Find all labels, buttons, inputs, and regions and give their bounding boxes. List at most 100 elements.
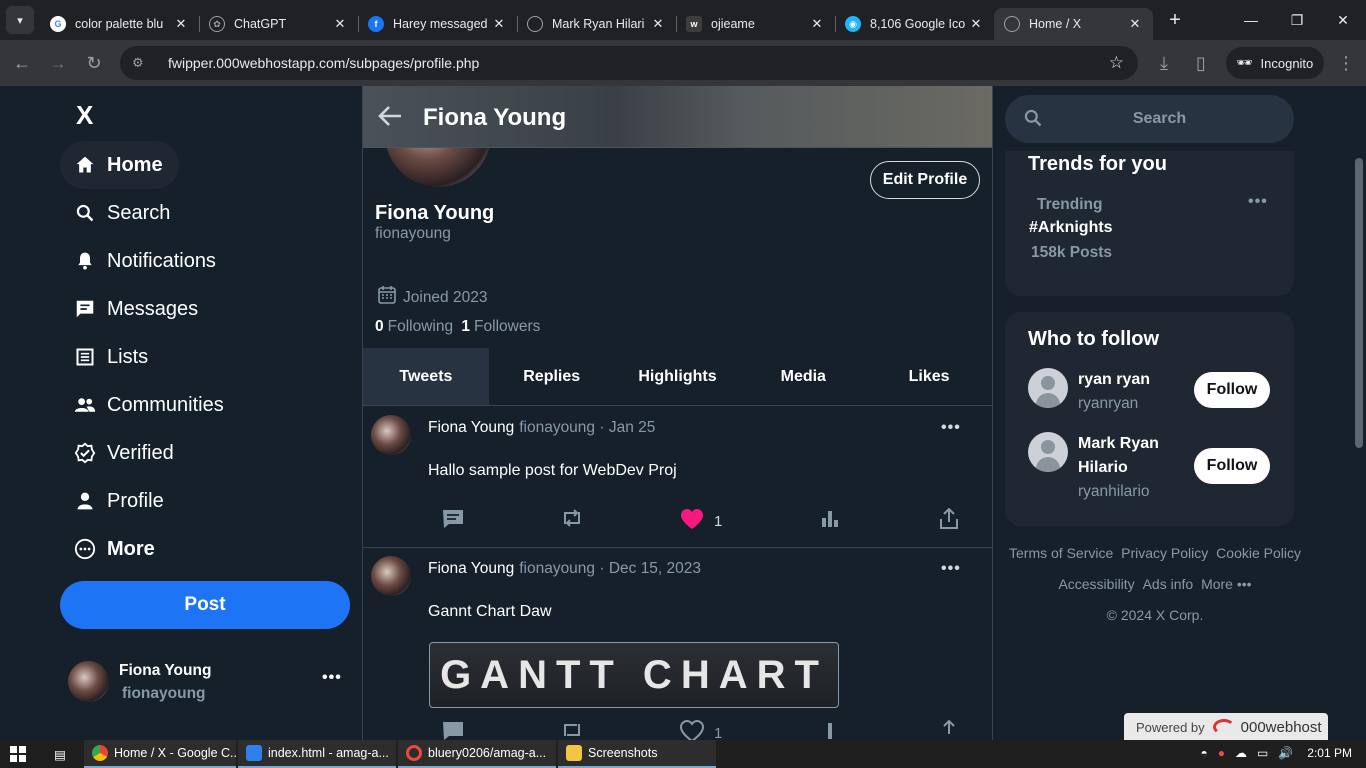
tweet-image[interactable]: GANTT CHART (429, 642, 839, 708)
windows-start-icon[interactable] (0, 740, 36, 768)
footer-link[interactable]: Privacy Policy (1121, 545, 1208, 561)
back-arrow-icon[interactable] (377, 104, 403, 135)
nav-search[interactable]: Search (60, 189, 186, 237)
nav-home[interactable]: Home (60, 141, 179, 189)
follow-button[interactable]: Follow (1194, 448, 1270, 484)
retweet-icon[interactable] (561, 720, 583, 740)
close-icon[interactable]: ✕ (1127, 16, 1143, 32)
kebab-menu-icon[interactable]: ⋮ (1328, 45, 1364, 81)
browser-tab[interactable]: ✿ ChatGPT ✕ (199, 8, 358, 40)
tweet-author[interactable]: Fiona Young (428, 419, 514, 436)
nav-messages[interactable]: Messages (60, 285, 214, 333)
page-scrollbar[interactable] (1352, 86, 1366, 740)
follow-button[interactable]: Follow (1194, 372, 1270, 408)
forward-icon[interactable]: → (40, 45, 76, 81)
retweet-icon[interactable] (561, 508, 583, 528)
like-button[interactable]: 1 (679, 719, 722, 740)
nav-notifications[interactable]: Notifications (60, 237, 232, 285)
trend-more-icon[interactable]: ••• (1248, 193, 1268, 211)
browser-tab[interactable]: ◉ 8,106 Google Ico ✕ (835, 8, 994, 40)
minimize-icon[interactable]: — (1228, 0, 1274, 40)
tray-app-icon[interactable]: ● (1218, 746, 1225, 760)
follow-suggestion[interactable]: Mark Ryan Hilario ryanhilario Follow (1028, 432, 1278, 504)
nav-lists[interactable]: Lists (60, 333, 164, 381)
tweet-more-icon[interactable]: ••• (941, 560, 961, 578)
browser-tab[interactable]: G color palette blu ✕ (40, 8, 199, 40)
footer-more-link[interactable]: More ••• (1201, 576, 1252, 592)
download-icon[interactable]: ⤓ (1146, 45, 1182, 81)
cloud-icon[interactable]: ☁ (1235, 746, 1247, 760)
new-tab-button[interactable]: + (1161, 6, 1189, 34)
restore-icon[interactable]: ❐ (1274, 0, 1320, 40)
taskbar-item-explorer[interactable]: Screenshots (558, 740, 716, 768)
followers-link[interactable]: 1 Followers (461, 318, 540, 335)
back-icon[interactable]: ← (4, 45, 40, 81)
powered-by-badge[interactable]: Powered by 000webhost (1124, 713, 1328, 740)
tab-search-button[interactable]: ▾ (6, 6, 34, 34)
nav-more[interactable]: More (60, 525, 171, 573)
share-icon[interactable] (939, 508, 959, 530)
search-input[interactable]: Search (1005, 110, 1294, 128)
scrollbar-thumb[interactable] (1355, 158, 1363, 448)
taskbar-item-vscode[interactable]: index.html - amag-a... (238, 740, 396, 768)
tab-replies[interactable]: Replies (489, 348, 615, 405)
footer-link[interactable]: Cookie Policy (1216, 545, 1301, 561)
x-logo-icon[interactable]: X (76, 100, 93, 131)
avatar[interactable] (371, 556, 411, 596)
close-window-icon[interactable]: ✕ (1320, 0, 1366, 40)
file-icon[interactable]: ▤ (36, 740, 84, 768)
taskbar-item-opera[interactable]: bluery0206/amag-a... (398, 740, 556, 768)
stats-icon[interactable] (820, 720, 840, 740)
close-icon[interactable]: ✕ (491, 16, 507, 32)
avatar[interactable] (371, 415, 411, 455)
edit-profile-button[interactable]: Edit Profile (870, 161, 980, 199)
close-icon[interactable]: ✕ (650, 16, 666, 32)
close-icon[interactable]: ✕ (968, 16, 984, 32)
like-button[interactable]: 1 (680, 508, 722, 534)
volume-icon[interactable]: 🔊 (1278, 746, 1293, 760)
close-icon[interactable]: ✕ (332, 16, 348, 32)
nav-communities[interactable]: Communities (60, 381, 240, 429)
reply-icon[interactable] (441, 720, 465, 740)
tweet[interactable]: Fiona Young fionayoung · Dec 15, 2023 •••… (363, 548, 992, 740)
stats-icon[interactable] (820, 508, 840, 528)
network-icon[interactable]: ▭ (1257, 746, 1268, 760)
close-icon[interactable]: ✕ (809, 16, 825, 32)
tab-tweets[interactable]: Tweets (363, 348, 489, 405)
tweet-more-icon[interactable]: ••• (941, 419, 961, 437)
browser-tab[interactable]: Mark Ryan Hilari ✕ (517, 8, 676, 40)
url-bar[interactable]: ⚙ fwipper.000webhostapp.com/subpages/pro… (120, 46, 1138, 80)
taskbar-item-chrome[interactable]: Home / X - Google C... (84, 740, 236, 768)
post-button[interactable]: Post (60, 581, 350, 629)
account-switcher[interactable]: Fiona Young fionayoung ••• (68, 661, 350, 705)
incognito-indicator[interactable]: 🕶 Incognito (1226, 47, 1324, 79)
heart-outline-icon (679, 719, 705, 740)
bookmark-star-icon[interactable]: ☆ (1109, 53, 1124, 73)
tab-highlights[interactable]: Highlights (615, 348, 741, 405)
footer-link[interactable]: Terms of Service (1009, 545, 1113, 561)
tweet[interactable]: Fiona Young fionayoung · Jan 25 ••• Hallo… (363, 407, 992, 548)
google-icon: G (50, 16, 66, 32)
browser-tab-active[interactable]: Home / X ✕ (994, 8, 1153, 40)
tweet-author[interactable]: Fiona Young (428, 560, 514, 577)
nav-verified[interactable]: Verified (60, 429, 190, 477)
browser-tab[interactable]: w ojieame ✕ (676, 8, 835, 40)
side-panel-icon[interactable]: ▯ (1183, 45, 1219, 81)
tab-media[interactable]: Media (740, 348, 866, 405)
reload-icon[interactable]: ↻ (76, 45, 112, 81)
site-info-icon[interactable]: ⚙ (132, 55, 154, 71)
footer-link[interactable]: Accessibility (1058, 576, 1134, 592)
account-menu-icon[interactable]: ••• (322, 669, 342, 687)
tab-likes[interactable]: Likes (866, 348, 992, 405)
following-link[interactable]: 0 Following (375, 318, 453, 335)
footer-link[interactable]: Ads info (1143, 576, 1194, 592)
browser-tab[interactable]: f Harey messaged ✕ (358, 8, 517, 40)
search-box[interactable]: Search (1005, 95, 1294, 143)
follow-suggestion[interactable]: ryan ryan ryanryan Follow (1028, 368, 1278, 418)
close-icon[interactable]: ✕ (173, 16, 189, 32)
nav-profile[interactable]: Profile (60, 477, 180, 525)
share-icon[interactable] (939, 720, 959, 740)
reply-icon[interactable] (441, 508, 465, 530)
discord-icon[interactable]: ◓ (1201, 746, 1208, 760)
clock[interactable]: 2:01 PM (1307, 746, 1352, 760)
